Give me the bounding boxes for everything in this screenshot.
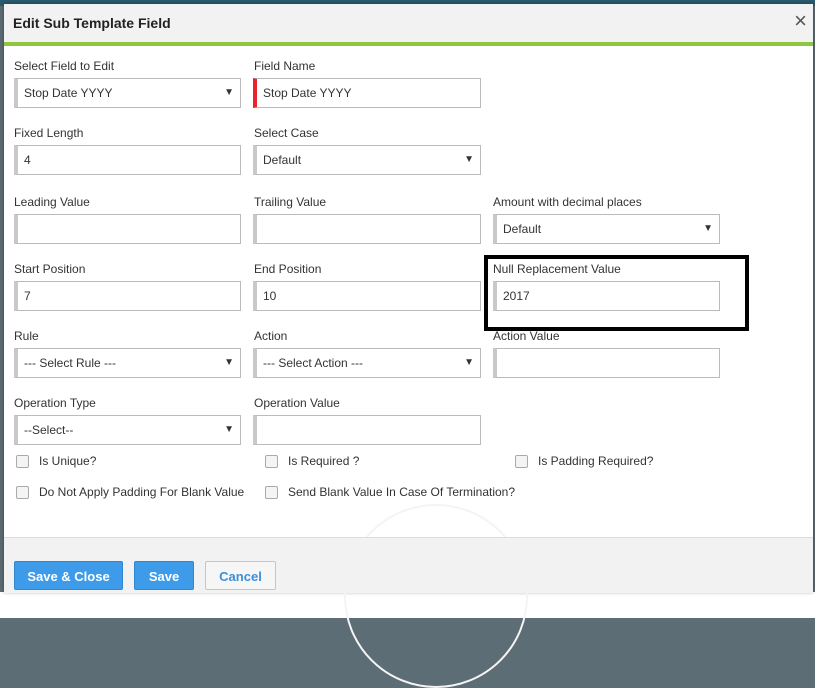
operation-value-input[interactable] xyxy=(253,415,481,445)
checkbox-icon[interactable] xyxy=(265,454,278,468)
action-dropdown[interactable]: --- Select Action --- ▼ xyxy=(253,348,481,378)
rule-value: --- Select Rule --- xyxy=(24,356,117,370)
checkbox-icon[interactable] xyxy=(515,454,528,468)
trailing-value-label: Trailing Value xyxy=(254,195,327,209)
checkbox-icon[interactable] xyxy=(16,454,29,468)
is-unique-label: Is Unique? xyxy=(39,454,97,468)
select-field-dropdown[interactable]: Stop Date YYYY ▼ xyxy=(14,78,241,108)
start-position-value: 7 xyxy=(24,289,31,303)
trailing-value-input[interactable] xyxy=(253,214,481,244)
end-position-input[interactable]: 10 xyxy=(253,281,481,311)
rule-label: Rule xyxy=(14,329,39,343)
no-padding-blank-label: Do Not Apply Padding For Blank Value xyxy=(39,485,245,499)
end-position-value: 10 xyxy=(263,289,277,303)
chevron-down-icon: ▼ xyxy=(703,223,713,234)
end-position-label: End Position xyxy=(254,262,322,276)
start-position-label: Start Position xyxy=(14,262,86,276)
action-value: --- Select Action --- xyxy=(263,356,364,370)
field-name-value: Stop Date YYYY xyxy=(263,86,352,100)
action-value-label: Action Value xyxy=(493,329,560,343)
field-name-input[interactable]: Stop Date YYYY xyxy=(253,78,481,108)
send-blank-termination-label: Send Blank Value In Case Of Termination? xyxy=(288,485,516,499)
amount-decimal-label: Amount with decimal places xyxy=(493,195,642,209)
chevron-down-icon: ▼ xyxy=(224,87,234,98)
is-padding-required-label: Is Padding Required? xyxy=(538,454,654,468)
dialog-header: Edit Sub Template Field × xyxy=(4,4,813,46)
operation-type-dropdown[interactable]: --Select-- ▼ xyxy=(14,415,241,445)
amount-decimal-value: Default xyxy=(503,222,542,236)
select-field-label: Select Field to Edit xyxy=(14,59,115,73)
start-position-input[interactable]: 7 xyxy=(14,281,241,311)
select-field-value: Stop Date YYYY xyxy=(24,86,113,100)
action-value-input[interactable] xyxy=(493,348,720,378)
chevron-down-icon: ▼ xyxy=(464,357,474,368)
chevron-down-icon: ▼ xyxy=(224,424,234,435)
select-case-dropdown[interactable]: Default ▼ xyxy=(253,145,481,175)
operation-type-value: --Select-- xyxy=(24,423,74,437)
rule-dropdown[interactable]: --- Select Rule --- ▼ xyxy=(14,348,241,378)
fixed-length-value: 4 xyxy=(24,153,31,167)
watermark-logo xyxy=(344,504,528,688)
edit-sub-template-dialog: Edit Sub Template Field × Select Field t… xyxy=(4,4,813,688)
close-icon[interactable]: × xyxy=(794,10,807,32)
highlight-annotation-box xyxy=(484,255,749,331)
amount-decimal-dropdown[interactable]: Default ▼ xyxy=(493,214,720,244)
is-required-checkbox-row[interactable]: Is Required ? xyxy=(265,454,359,468)
checkbox-icon[interactable] xyxy=(265,485,278,499)
operation-type-label: Operation Type xyxy=(14,396,96,410)
operation-value-label: Operation Value xyxy=(254,396,340,410)
checkbox-icon[interactable] xyxy=(16,485,29,499)
select-case-label: Select Case xyxy=(254,126,319,140)
field-name-label: Field Name xyxy=(254,59,316,73)
leading-value-input[interactable] xyxy=(14,214,241,244)
dialog-title: Edit Sub Template Field xyxy=(13,15,171,31)
fixed-length-label: Fixed Length xyxy=(14,126,84,140)
leading-value-label: Leading Value xyxy=(14,195,90,209)
dialog-footer: Save & Close Save Cancel xyxy=(4,537,813,593)
is-padding-required-checkbox-row[interactable]: Is Padding Required? xyxy=(515,454,653,468)
is-required-label: Is Required ? xyxy=(288,454,360,468)
save-button[interactable]: Save xyxy=(134,561,194,590)
cancel-button[interactable]: Cancel xyxy=(205,561,276,590)
save-close-button[interactable]: Save & Close xyxy=(14,561,123,590)
is-unique-checkbox-row[interactable]: Is Unique? xyxy=(16,454,96,468)
select-case-value: Default xyxy=(263,153,302,167)
action-label: Action xyxy=(254,329,288,343)
chevron-down-icon: ▼ xyxy=(224,357,234,368)
no-padding-blank-checkbox-row[interactable]: Do Not Apply Padding For Blank Value xyxy=(16,485,244,499)
chevron-down-icon: ▼ xyxy=(464,154,474,165)
fixed-length-input[interactable]: 4 xyxy=(14,145,241,175)
send-blank-termination-checkbox-row[interactable]: Send Blank Value In Case Of Termination? xyxy=(265,485,515,499)
